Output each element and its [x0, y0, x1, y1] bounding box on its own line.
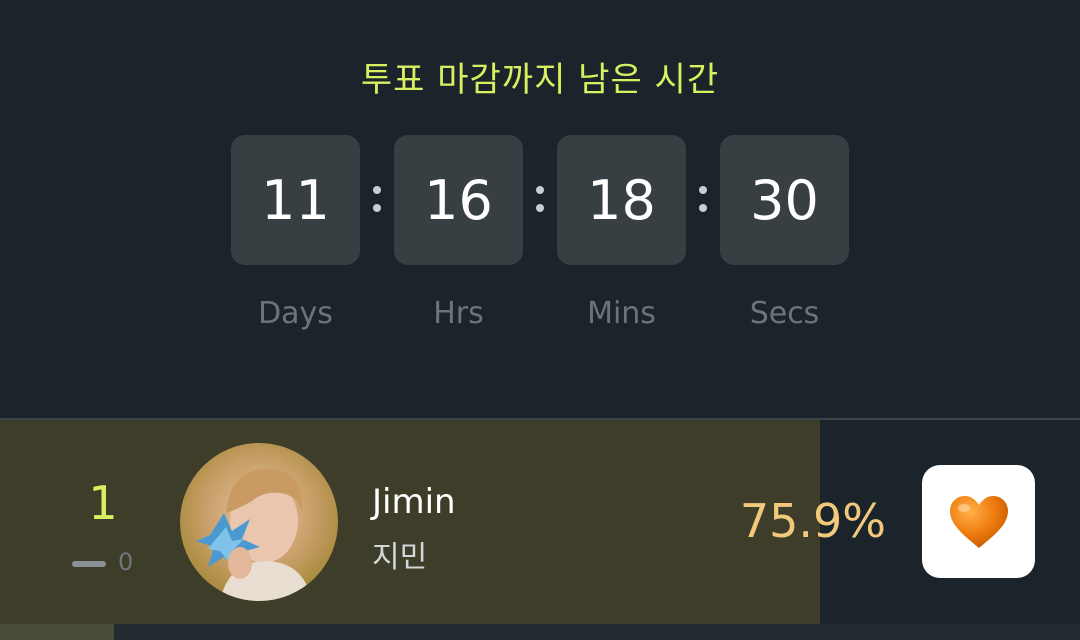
seconds-value: 30: [750, 168, 819, 232]
seconds-label: Secs: [749, 296, 820, 331]
minutes-box: 18: [557, 135, 686, 265]
vote-progress-bar: [0, 420, 820, 624]
colon-separator: [697, 178, 709, 218]
days-box: 11: [231, 135, 360, 265]
artist-avatar[interactable]: [180, 443, 338, 601]
countdown-title: 투표 마감까지 남은 시간: [360, 60, 720, 100]
colon-separator: [534, 178, 546, 218]
orange-heart-icon: [949, 495, 1008, 548]
next-row-peek: [0, 624, 1080, 640]
artist-name-korean: 지민: [372, 540, 428, 575]
next-row-progress: [0, 624, 114, 640]
hours-value: 16: [424, 168, 493, 232]
rank-number: 1: [88, 476, 118, 530]
no-change-dash-icon: [72, 561, 106, 567]
ranking-row[interactable]: 1 0 Jimin 지민 75.9%: [0, 420, 1080, 624]
portrait-image: [196, 468, 312, 601]
seconds-box: 30: [720, 135, 849, 265]
days-label: Days: [258, 296, 333, 331]
minutes-value: 18: [587, 168, 656, 232]
hours-label: Hrs: [433, 296, 484, 331]
vote-percentage: 75.9%: [739, 494, 886, 548]
vote-button[interactable]: [922, 465, 1035, 578]
rank-change: 0: [72, 548, 142, 578]
days-value: 11: [261, 168, 330, 232]
colon-separator: [371, 178, 383, 218]
minutes-label: Mins: [587, 296, 656, 331]
rank-change-value: 0: [118, 548, 134, 576]
hours-box: 16: [394, 135, 523, 265]
artist-name: Jimin: [372, 482, 456, 522]
